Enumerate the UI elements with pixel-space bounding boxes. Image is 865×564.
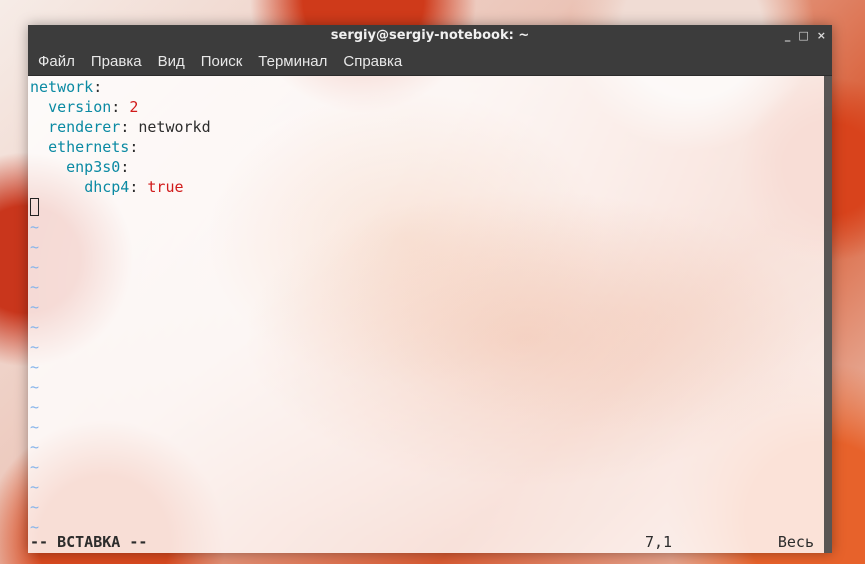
menu-edit[interactable]: Правка <box>91 53 142 70</box>
yaml-value: 2 <box>129 98 139 116</box>
empty-line-marker: ~ <box>30 258 40 276</box>
menu-help[interactable]: Справка <box>343 53 402 70</box>
empty-line-marker: ~ <box>30 378 40 396</box>
yaml-line-dhcp4: dhcp4: true <box>30 177 822 197</box>
yaml-separator: : <box>111 98 130 116</box>
window-titlebar[interactable]: sergiy@sergiy-notebook: ~ _ □ × <box>28 25 832 47</box>
yaml-key: version <box>48 98 112 116</box>
menu-view[interactable]: Вид <box>158 53 185 70</box>
yaml-separator: : <box>93 78 103 96</box>
cursor-line <box>30 197 822 217</box>
empty-line-marker: ~ <box>30 438 40 456</box>
yaml-separator: : <box>129 178 148 196</box>
empty-line-marker: ~ <box>30 218 40 236</box>
yaml-line-network: network: <box>30 77 822 97</box>
empty-line-marker: ~ <box>30 458 40 476</box>
close-icon[interactable]: × <box>817 25 826 47</box>
yaml-key: ethernets <box>48 138 130 156</box>
yaml-key: renderer <box>48 118 121 136</box>
yaml-indent <box>30 158 66 176</box>
yaml-line-interface: enp3s0: <box>30 157 822 177</box>
menu-search[interactable]: Поиск <box>201 53 243 70</box>
text-cursor <box>30 198 39 216</box>
empty-line-marker: ~ <box>30 338 40 356</box>
yaml-line-renderer: renderer: networkd <box>30 117 822 137</box>
scroll-position: Весь <box>777 533 814 551</box>
empty-lines: ~ ~ ~ ~ ~ ~ ~ ~ ~ ~ ~ ~ ~ ~ ~ ~ <box>30 217 822 537</box>
menu-terminal[interactable]: Терминал <box>258 53 327 70</box>
window-title: sergiy@sergiy-notebook: ~ <box>330 28 530 43</box>
empty-line-marker: ~ <box>30 298 40 316</box>
yaml-indent <box>30 98 48 116</box>
empty-line-marker: ~ <box>30 478 40 496</box>
yaml-line-ethernets: ethernets: <box>30 137 822 157</box>
yaml-separator: : <box>120 118 139 136</box>
empty-line-marker: ~ <box>30 498 40 516</box>
yaml-separator: : <box>120 158 130 176</box>
menubar: Файл Правка Вид Поиск Терминал Справка <box>28 47 832 76</box>
yaml-value: true <box>147 178 184 196</box>
yaml-key: network <box>30 78 94 96</box>
insert-mode-indicator: -- ВСТАВКА -- <box>30 533 148 551</box>
minimize-icon[interactable]: _ <box>785 25 791 47</box>
cursor-position: 7,1 <box>645 533 673 551</box>
yaml-indent <box>30 178 84 196</box>
empty-line-marker: ~ <box>30 318 40 336</box>
yaml-key: dhcp4 <box>84 178 130 196</box>
terminal-screen[interactable]: network: version: 2 renderer: networkd e… <box>28 76 832 553</box>
menu-file[interactable]: Файл <box>38 53 75 70</box>
yaml-line-version: version: 2 <box>30 97 822 117</box>
empty-line-marker: ~ <box>30 418 40 436</box>
empty-line-marker: ~ <box>30 358 40 376</box>
yaml-key: enp3s0 <box>66 158 121 176</box>
window-controls: _ □ × <box>785 25 826 47</box>
empty-line-marker: ~ <box>30 398 40 416</box>
yaml-separator: : <box>129 138 139 156</box>
yaml-indent <box>30 118 48 136</box>
empty-line-marker: ~ <box>30 238 40 256</box>
yaml-indent <box>30 138 48 156</box>
maximize-icon[interactable]: □ <box>798 25 808 47</box>
terminal-scrollbar[interactable] <box>824 76 832 553</box>
vim-status-line: -- ВСТАВКА -- 7,1 Весь <box>30 531 814 553</box>
empty-line-marker: ~ <box>30 278 40 296</box>
editor-buffer: network: version: 2 renderer: networkd e… <box>30 77 822 537</box>
terminal-window: sergiy@sergiy-notebook: ~ _ □ × Файл Пра… <box>28 25 832 553</box>
yaml-value: networkd <box>138 118 211 136</box>
